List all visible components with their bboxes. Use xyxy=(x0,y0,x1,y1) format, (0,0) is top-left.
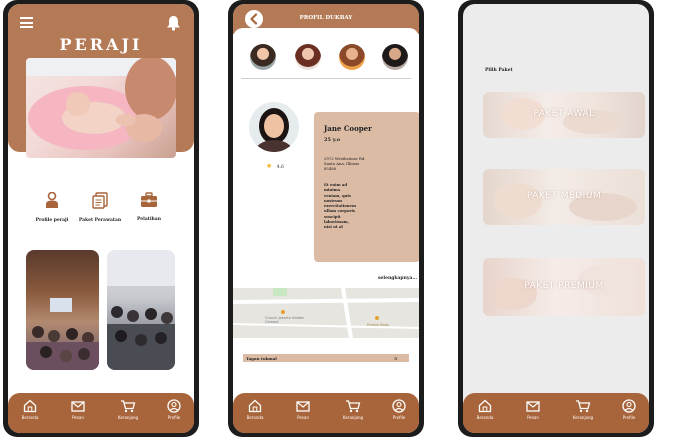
fee-label: Tagan tukmal xyxy=(246,355,277,361)
phone-packages: Pilih Paket PAKET AWAL PAKET MEDIUM PAKE… xyxy=(458,0,654,437)
cart-icon xyxy=(576,400,591,413)
profile-icon xyxy=(392,399,406,413)
nav-label: Beranda xyxy=(21,415,39,420)
cart-icon xyxy=(346,400,361,413)
nav-label: Pesan xyxy=(297,415,309,420)
app-title: PERAJI xyxy=(59,35,143,54)
nav-profile[interactable]: Profile xyxy=(156,399,192,420)
nav-beranda[interactable]: Beranda xyxy=(237,399,273,420)
nav-label: Profile xyxy=(392,415,406,420)
package-card-premium[interactable]: PAKET PREMIUM xyxy=(483,258,645,316)
profile-photo xyxy=(249,102,299,152)
training-photo-left[interactable] xyxy=(26,250,99,370)
profile-icon xyxy=(622,399,636,413)
nav-beranda[interactable]: Beranda xyxy=(12,399,48,420)
profile-name: Jane Cooper xyxy=(324,124,372,133)
menu-paket-perawatan[interactable]: Paket Perawatan xyxy=(75,192,125,223)
nav-profile[interactable]: Profile xyxy=(611,399,647,420)
menu-profile-peraji[interactable]: Profile peraji xyxy=(30,191,74,223)
mail-icon xyxy=(526,401,540,412)
profile-age: 25 y.o xyxy=(324,137,341,143)
training-photo-right[interactable] xyxy=(107,250,175,370)
profile-address: 2972 Westheimer Rd. Santa Ana, Illinois … xyxy=(324,156,366,171)
nav-profile[interactable]: Profile xyxy=(381,399,417,420)
nav-label: Keranjang xyxy=(572,415,594,420)
hero-baby-photo xyxy=(26,58,176,158)
nav-pesan[interactable]: Pesan xyxy=(285,399,321,420)
avatar[interactable] xyxy=(382,44,408,70)
package-card-awal[interactable]: PAKET AWAL xyxy=(483,92,645,138)
package-card-medium[interactable]: PAKET MEDIUM xyxy=(483,169,645,225)
page-title: PROFIL DUKBAY xyxy=(299,15,353,21)
avatar[interactable] xyxy=(250,44,276,70)
star-icon: ★ xyxy=(266,162,273,170)
nav-beranda[interactable]: Beranda xyxy=(467,399,503,420)
nav-label: Beranda xyxy=(476,415,494,420)
briefcase-icon xyxy=(141,192,157,207)
nav-keranjang[interactable]: Keranjang xyxy=(565,399,601,420)
phone-home: PERAJI Profile peraji Paket Perawatan Pe… xyxy=(3,0,199,437)
phone-profile: PROFIL DUKBAY ★ 4.6 Jane Cooper 25 y.o 2… xyxy=(228,0,424,437)
package-label: PAKET PREMIUM xyxy=(524,281,604,291)
package-label: PAKET AWAL xyxy=(533,109,595,119)
section-title: Pilih Paket xyxy=(485,68,513,73)
map-label: Pramia Babu xyxy=(367,323,390,327)
menu-label: Profile peraji xyxy=(35,218,69,223)
mail-icon xyxy=(71,401,85,412)
menu-pelatihan[interactable]: Pelatihan xyxy=(126,192,172,222)
map-label: Crunch Jakarta Hidden Cement xyxy=(265,316,305,324)
bottom-nav: Beranda Pesan Keranjang Profile xyxy=(8,393,194,433)
avatar[interactable] xyxy=(339,44,365,70)
mail-icon xyxy=(296,401,310,412)
packages-screen: Pilih Paket PAKET AWAL PAKET MEDIUM PAKE… xyxy=(463,4,649,433)
nav-label: Beranda xyxy=(246,415,264,420)
rating: ★ 4.6 xyxy=(266,162,284,170)
profile-icon xyxy=(167,399,181,413)
nav-pesan[interactable]: Pesan xyxy=(515,399,551,420)
fee-value: 5 xyxy=(394,355,397,361)
more-link[interactable]: selengkapnya... xyxy=(378,276,417,281)
nav-keranjang[interactable]: Keranjang xyxy=(110,399,146,420)
nav-label: Keranjang xyxy=(342,415,364,420)
rating-value: 4.6 xyxy=(276,165,284,170)
home-icon xyxy=(248,399,262,413)
profile-description: Et enim ad minima veniam, quis nostrum e… xyxy=(324,182,356,230)
nav-pesan[interactable]: Pesan xyxy=(60,399,96,420)
profile-screen: PROFIL DUKBAY ★ 4.6 Jane Cooper 25 y.o 2… xyxy=(233,4,419,433)
cart-icon xyxy=(121,400,136,413)
fee-bar: Tagan tukmal 5 xyxy=(243,354,409,362)
avatar[interactable] xyxy=(295,44,321,70)
package-label: PAKET MEDIUM xyxy=(526,191,602,201)
profile-info-card: Jane Cooper 25 y.o 2972 Westheimer Rd. S… xyxy=(314,112,419,262)
nav-keranjang[interactable]: Keranjang xyxy=(335,399,371,420)
location-map[interactable]: Crunch Jakarta Hidden Cement Pramia Babu xyxy=(233,288,419,338)
menu-label: Paket Perawatan xyxy=(78,218,122,223)
divider xyxy=(241,78,411,79)
nav-label: Pesan xyxy=(527,415,539,420)
bottom-nav: Beranda Pesan Keranjang Profile xyxy=(233,393,419,433)
nav-label: Pesan xyxy=(72,415,84,420)
menu-label: Pelatihan xyxy=(137,217,161,222)
document-icon xyxy=(92,192,108,209)
nav-label: Profile xyxy=(622,415,636,420)
person-icon xyxy=(46,191,58,208)
home-icon xyxy=(23,399,37,413)
home-screen: PERAJI Profile peraji Paket Perawatan Pe… xyxy=(8,4,194,433)
home-icon xyxy=(478,399,492,413)
nav-label: Keranjang xyxy=(117,415,139,420)
bell-icon[interactable] xyxy=(166,15,181,35)
nav-label: Profile xyxy=(167,415,181,420)
bottom-nav: Beranda Pesan Keranjang Profile xyxy=(463,393,649,433)
menu-icon[interactable] xyxy=(20,17,33,28)
